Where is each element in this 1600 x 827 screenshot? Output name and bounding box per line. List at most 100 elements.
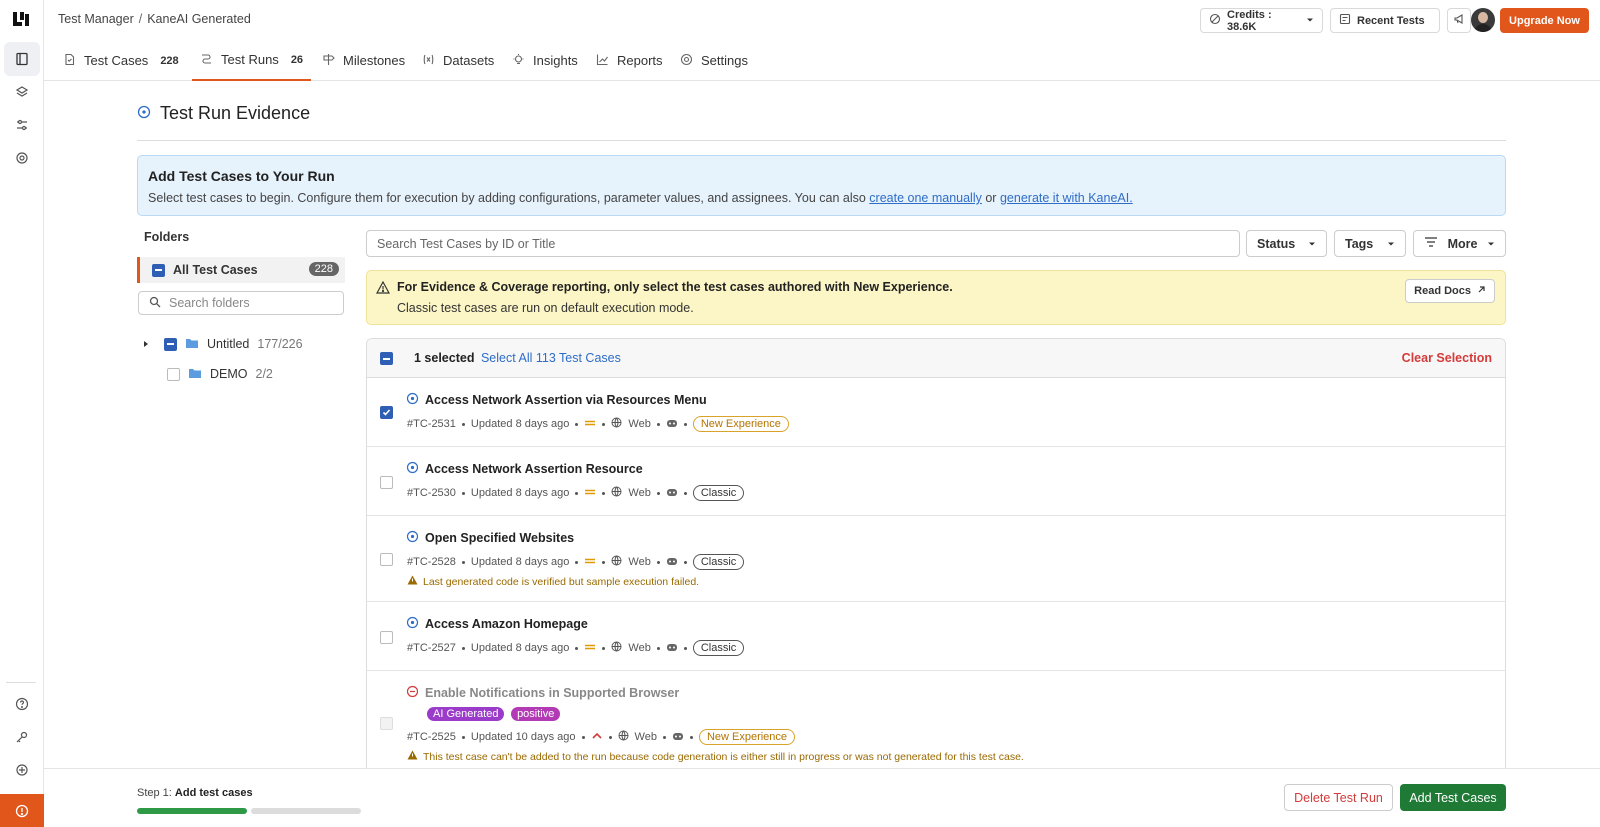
integrations-icon[interactable] (4, 753, 40, 787)
filter-lines-icon (1424, 236, 1438, 251)
tab-insights[interactable]: Insights (512, 40, 578, 81)
folder-name: Untitled (207, 337, 250, 351)
tab-label: Insights (533, 53, 578, 68)
folder-search-placeholder: Search folders (169, 296, 250, 310)
status-filter[interactable]: Status (1246, 230, 1327, 257)
all-test-cases-label: All Test Cases (173, 263, 258, 277)
read-docs-label: Read Docs (1414, 285, 1471, 297)
all-test-cases-folder[interactable]: All Test Cases 228 (137, 257, 345, 283)
tab-settings[interactable]: Settings (680, 40, 748, 81)
layers-icon[interactable] (4, 75, 40, 109)
read-docs-button[interactable]: Read Docs (1405, 279, 1495, 303)
title-divider (137, 140, 1506, 141)
settings-icon[interactable] (4, 141, 40, 175)
priority-medium-icon (584, 487, 596, 499)
row-note-text: This test case can't be added to the run… (423, 750, 1024, 763)
row-meta: #TC-2525 Updated 10 days ago Web New Exp… (407, 729, 796, 745)
tab-test-runs[interactable]: Test Runs 26 (192, 40, 312, 81)
warning-icon (375, 280, 391, 297)
delete-test-run-button[interactable]: Delete Test Run (1284, 784, 1393, 811)
tab-reports[interactable]: Reports (596, 40, 663, 81)
folder-checkbox[interactable] (164, 337, 177, 351)
table-row[interactable]: Access Amazon Homepage #TC-2527 Updated … (367, 602, 1505, 671)
row-checkbox[interactable] (380, 631, 393, 644)
tab-bar: Test Cases 228 Test Runs 26 Milestones D… (44, 40, 1600, 81)
row-title-text: Access Network Assertion Resource (425, 462, 643, 476)
rail-divider (6, 682, 36, 683)
row-meta: #TC-2527 Updated 8 days ago Web Classic (407, 640, 745, 656)
test-case-search-input[interactable]: Search Test Cases by ID or Title (366, 230, 1240, 257)
priority-high-icon (591, 731, 603, 743)
credits-button[interactable]: Credits : 38.6K (1200, 8, 1323, 33)
folder-item-untitled[interactable]: Untitled 177/226 (142, 333, 303, 355)
tab-test-cases[interactable]: Test Cases 228 (63, 40, 179, 81)
globe-icon (618, 730, 629, 744)
row-title[interactable]: Enable Notifications in Supported Browse… (406, 685, 679, 701)
row-title[interactable]: Access Network Assertion Resource (406, 461, 643, 477)
sliders-icon[interactable] (4, 108, 40, 142)
tags-filter[interactable]: Tags (1334, 230, 1406, 257)
clear-selection-button[interactable]: Clear Selection (1402, 351, 1492, 365)
test-case-table: 1 selected Select All 113 Test Cases Cle… (366, 338, 1506, 778)
warning-line-1: For Evidence & Coverage reporting, only … (397, 280, 953, 294)
table-row[interactable]: Open Specified Websites #TC-2528 Updated… (367, 516, 1505, 602)
tab-label: Settings (701, 53, 748, 68)
bulb-icon (512, 53, 525, 69)
table-header: 1 selected Select All 113 Test Cases Cle… (367, 339, 1505, 378)
status-clock-icon (406, 392, 419, 408)
row-checkbox[interactable] (380, 553, 393, 566)
row-id: #TC-2530 (407, 487, 456, 499)
table-row[interactable]: Enable Notifications in Supported Browse… (367, 671, 1505, 777)
tab-label: Test Runs (221, 52, 279, 67)
row-title[interactable]: Access Network Assertion via Resources M… (406, 392, 707, 408)
folder-search-input[interactable]: Search folders (138, 291, 344, 315)
select-all-link[interactable]: Select All 113 Test Cases (481, 351, 621, 365)
table-row[interactable]: Access Network Assertion Resource #TC-25… (367, 447, 1505, 516)
key-icon[interactable] (4, 720, 40, 754)
logo-icon[interactable] (11, 10, 31, 30)
external-link-icon (1477, 285, 1486, 297)
row-checkbox[interactable] (380, 476, 393, 489)
book-icon[interactable] (4, 42, 40, 76)
caret-right-icon[interactable] (142, 337, 150, 351)
create-manually-link[interactable]: create one manually (869, 191, 982, 205)
table-row[interactable]: Access Network Assertion via Resources M… (367, 378, 1505, 447)
globe-icon (611, 486, 622, 500)
announcements-button[interactable] (1447, 8, 1471, 33)
support-icon[interactable] (0, 794, 44, 827)
row-title-text: Access Network Assertion via Resources M… (425, 393, 707, 407)
generate-kaneai-link[interactable]: generate it with KaneAI. (1000, 191, 1133, 205)
runs-icon (200, 52, 213, 68)
megaphone-icon (1453, 13, 1465, 28)
tab-datasets[interactable]: Datasets (422, 40, 494, 81)
tab-count: 26 (290, 53, 304, 66)
tab-label: Reports (617, 53, 663, 68)
experience-badge: New Experience (692, 416, 789, 432)
experience-badge: Classic (692, 640, 745, 656)
row-title[interactable]: Access Amazon Homepage (406, 616, 588, 632)
folder-checkbox[interactable] (167, 367, 180, 381)
more-filter[interactable]: More (1413, 230, 1506, 257)
step-indicator: Step 1: Add test cases (137, 787, 253, 799)
progress-step-2 (251, 808, 361, 814)
tab-label: Milestones (343, 53, 406, 68)
info-or: or (985, 191, 997, 205)
help-icon[interactable] (4, 687, 40, 721)
add-test-cases-button[interactable]: Add Test Cases (1400, 784, 1506, 811)
tab-milestones[interactable]: Milestones (322, 40, 405, 81)
folder-item-demo[interactable]: DEMO 2/2 (167, 363, 273, 385)
row-title[interactable]: Open Specified Websites (406, 530, 574, 546)
recent-tests-button[interactable]: Recent Tests (1330, 8, 1440, 33)
breadcrumb: Test Manager / KaneAI Generated (58, 12, 251, 26)
breadcrumb-root[interactable]: Test Manager (58, 12, 134, 26)
row-checkbox[interactable] (380, 406, 393, 419)
row-platform: Web (634, 731, 657, 743)
top-bar: Test Manager / KaneAI Generated Credits : … (44, 0, 1600, 40)
status-clock-icon (406, 530, 419, 546)
all-test-cases-checkbox[interactable] (152, 263, 165, 277)
upgrade-button[interactable]: Upgrade Now (1500, 8, 1589, 33)
priority-medium-icon (584, 642, 596, 654)
gear-icon (680, 53, 693, 69)
select-all-checkbox[interactable] (380, 352, 393, 365)
avatar[interactable] (1471, 8, 1495, 32)
